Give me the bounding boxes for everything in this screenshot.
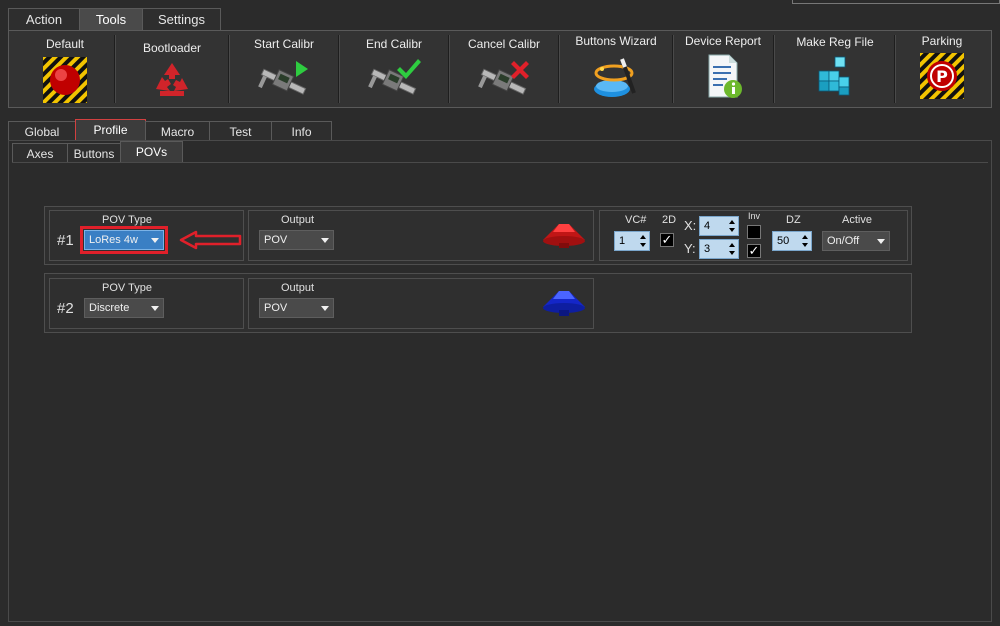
annotation-arrow-icon [179,230,242,250]
y-label: Y: [684,241,696,256]
pov-type-select[interactable]: Discrete [84,298,164,318]
device-report-label: Device Report [684,34,762,48]
caliper-play-icon [258,61,308,95]
start-calibr-button[interactable]: Start Calibr [231,31,337,107]
x-stepper[interactable]: 4 [699,216,739,236]
output-label: Output [281,282,315,294]
start-calibr-label: Start Calibr [253,37,315,51]
2d-label: 2D [662,214,677,226]
end-calibr-button[interactable]: End Calibr [341,31,447,107]
active-select[interactable]: On/Off [822,231,890,251]
tab-settings[interactable]: Settings [142,8,221,30]
chevron-down-icon [151,306,159,311]
output-select[interactable]: POV [259,230,334,250]
pov2-type-group: POV Type #2 Discrete [49,278,244,329]
pov-type-value: Discrete [89,302,130,314]
caliper-cancel-icon [478,61,529,95]
chevron-down-icon [877,239,885,244]
pov-hat-red-icon [543,224,585,248]
default-button[interactable]: Default [17,31,113,107]
parking-label: Parking [921,34,963,48]
subtab-divider [12,162,988,163]
tab-povs[interactable]: POVs [120,141,183,163]
pov1-output-group: Output POV [248,210,594,261]
parking-icon: P [920,53,964,99]
output-value: POV [264,302,288,314]
caliper-check-icon [368,59,421,95]
y-stepper[interactable]: 3 [699,239,739,259]
dz-label: DZ [786,214,801,226]
end-calibr-label: End Calibr [365,37,423,51]
chevron-down-icon [321,306,329,311]
x-value: 4 [704,220,711,232]
tab-profile[interactable]: Profile [75,119,146,141]
annotation-highlight-box [80,226,168,254]
default-label: Default [45,37,85,51]
pov-number: #2 [57,300,74,317]
vc-value: 1 [619,235,626,247]
output-label: Output [281,214,315,226]
pov-row-2: POV Type #2 Discrete Output POV [44,273,912,333]
bootloader-label: Bootloader [142,41,202,55]
pov-type-label: POV Type [102,282,152,294]
pov-row-1: POV Type #1 LoRes 4w Output POV VC# 1 2D… [44,206,912,265]
svg-text:P: P [936,67,948,86]
buttons-wizard-label: Buttons Wizard [575,34,657,48]
tab-buttons[interactable]: Buttons [67,143,121,163]
pov1-type-group: POV Type #1 LoRes 4w [49,210,244,261]
tools-toolbar: Default Bootloader Start Calibr End Cali… [8,30,992,108]
pov-type-label: POV Type [102,214,152,226]
registry-icon [818,56,850,96]
vc-stepper[interactable]: 1 [614,231,650,251]
x-label: X: [684,218,697,233]
wizard-icon [594,58,636,97]
make-reg-file-label: Make Reg File [796,35,874,49]
chevron-down-icon [321,238,329,243]
make-reg-file-button[interactable]: Make Reg File [776,31,894,107]
bootloader-button[interactable]: Bootloader [117,31,227,107]
tab-tools[interactable]: Tools [79,8,143,30]
2d-checkbox[interactable]: ✓ [660,233,674,247]
dz-value: 50 [777,235,790,247]
parking-button[interactable]: Parking P [897,31,987,107]
pov1-options-group: VC# 1 2D ✓ X: 4 Y: 3 Inv ✓ DZ 50 Active … [599,210,908,261]
y-value: 3 [704,243,711,255]
pov2-output-group: Output POV [248,278,594,329]
pov-number: #1 [57,232,74,249]
tab-info[interactable]: Info [271,121,332,141]
report-icon [708,54,742,98]
red-button-icon [43,57,87,103]
inv-label: Inv [748,211,761,221]
output-value: POV [264,234,288,246]
tab-macro[interactable]: Macro [145,121,210,141]
inv-x-checkbox[interactable] [747,225,761,239]
active-value: On/Off [827,235,860,247]
recycle-icon [156,63,188,96]
dz-stepper[interactable]: 50 [772,231,812,251]
inv-y-checkbox[interactable]: ✓ [747,244,761,258]
buttons-wizard-button[interactable]: Buttons Wizard [561,31,671,107]
tab-global[interactable]: Global [8,121,76,141]
output-select[interactable]: POV [259,298,334,318]
cancel-calibr-label: Cancel Calibr [467,37,541,51]
tab-action[interactable]: Action [8,8,80,30]
tab-axes[interactable]: Axes [12,143,68,163]
active-label: Active [842,214,872,226]
pov-hat-blue-icon [543,291,585,316]
window-edge [792,0,1000,4]
vc-label: VC# [625,214,647,226]
device-report-button[interactable]: Device Report [675,31,771,107]
tab-test[interactable]: Test [209,121,272,141]
cancel-calibr-button[interactable]: Cancel Calibr [451,31,557,107]
